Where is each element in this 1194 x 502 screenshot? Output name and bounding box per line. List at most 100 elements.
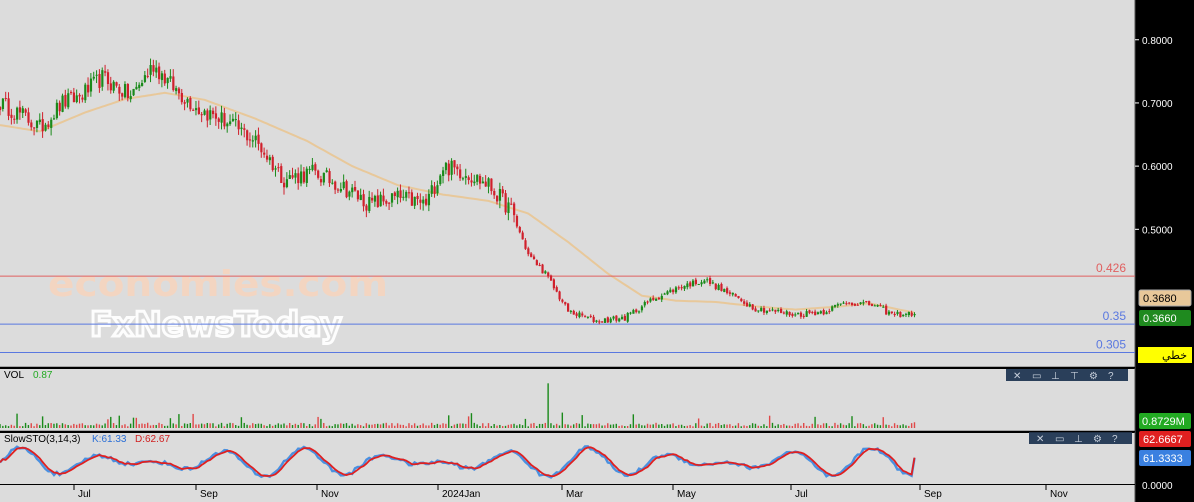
volume-bar (604, 425, 606, 428)
candle-body (214, 113, 218, 119)
volume-bar (107, 419, 109, 428)
volume-bar (127, 426, 129, 428)
volume-bar (311, 426, 314, 428)
candle-body (288, 175, 291, 179)
volume-bar (661, 424, 663, 428)
volume-bar (706, 423, 708, 428)
candle-body (484, 181, 487, 187)
vol-label: VOL (4, 370, 24, 381)
candle-body (260, 143, 263, 153)
down-arrow-icon[interactable]: ⊤ (1070, 371, 1079, 382)
candle-body (442, 170, 445, 176)
settings-icon[interactable]: ⚙ (1089, 371, 1098, 382)
volume-bar (575, 423, 578, 428)
candle-body (623, 315, 626, 321)
candle-body (78, 94, 81, 97)
candle-body (780, 308, 783, 313)
volume-bar (652, 424, 654, 428)
restore-icon[interactable]: ▭ (1032, 371, 1041, 382)
candle-body (35, 120, 39, 128)
volume-bar (149, 425, 152, 428)
volume-bar (2, 425, 4, 428)
candle-body (155, 67, 158, 73)
time-label: Sep (200, 489, 218, 500)
volume-bar (385, 422, 387, 428)
volume-bar (320, 418, 322, 428)
candle-body (149, 64, 152, 75)
volume-bar (433, 425, 436, 428)
volume-bar (905, 425, 907, 428)
volume-bar (183, 423, 186, 428)
volume-bar (155, 425, 157, 428)
volume-bar (686, 425, 688, 428)
volume-bar (638, 423, 640, 428)
volume-bar (303, 423, 305, 428)
candle-body (30, 122, 33, 128)
up-arrow-icon[interactable]: ⊥ (1051, 371, 1060, 382)
volume-bar (882, 417, 884, 428)
candle-body (791, 313, 794, 316)
candle-body (399, 190, 402, 198)
candle-body (317, 170, 320, 178)
candle-body (853, 303, 857, 306)
volume-bar (445, 423, 447, 428)
up-arrow-icon[interactable]: ⊥ (1074, 434, 1083, 445)
volume-bar (67, 425, 69, 428)
candle-body (595, 320, 598, 322)
volume-bar (47, 423, 49, 428)
candle-body (223, 113, 226, 127)
candle-body (413, 196, 416, 206)
volume-bar (473, 422, 475, 428)
volume-bar (712, 426, 714, 428)
candle-body (476, 174, 479, 182)
volume-bar (513, 423, 515, 428)
volume-bar (195, 424, 197, 428)
candle-body (646, 301, 649, 303)
candle-body (75, 95, 78, 103)
candle-body (13, 118, 16, 120)
candle-body (615, 315, 618, 321)
settings-icon[interactable]: ⚙ (1093, 434, 1102, 445)
volume-bar (465, 423, 467, 428)
candle-body (558, 291, 561, 300)
candle-body (254, 135, 257, 141)
restore-icon[interactable]: ▭ (1055, 434, 1064, 445)
volume-bar (58, 425, 61, 428)
volume-bar (737, 423, 740, 428)
sto-panel-bg (0, 433, 1135, 484)
candle-body (788, 311, 791, 316)
candle-body (163, 73, 166, 84)
volume-bar (672, 423, 674, 428)
volume-bar (36, 423, 38, 428)
candle-body (805, 311, 808, 317)
candle-body (683, 285, 686, 289)
volume-bar (595, 424, 598, 428)
chart-canvas[interactable]: economies.com FxNewsToday 0.426 0.35 0.305… (0, 0, 1194, 502)
candle-body (21, 108, 24, 113)
volume-bar (33, 426, 35, 428)
svg-text:61.3333: 61.3333 (1143, 453, 1183, 465)
volume-bar (490, 426, 493, 428)
volume-bar (893, 423, 896, 428)
candle-body (669, 289, 672, 293)
candle-body (334, 181, 337, 190)
candle-body (436, 185, 439, 194)
help-icon[interactable]: ? (1112, 434, 1118, 445)
candle-body (507, 202, 510, 214)
help-icon[interactable]: ? (1108, 371, 1114, 382)
price-tick-label: 0.5000 (1142, 225, 1173, 236)
volume-bar (635, 424, 637, 428)
volume-bar (359, 425, 362, 428)
volume-bar (161, 424, 163, 428)
volume-bar (913, 422, 916, 428)
volume-bar (206, 422, 209, 428)
volume-bar (413, 423, 416, 428)
close-icon[interactable]: ✕ (1013, 371, 1021, 382)
svg-text:0.3680: 0.3680 (1143, 293, 1177, 305)
candle-body (33, 127, 36, 129)
volume-bar (300, 422, 302, 428)
volume-bar (584, 426, 586, 428)
close-icon[interactable]: ✕ (1036, 434, 1044, 445)
candle-body (461, 178, 465, 180)
volume-bar (283, 423, 285, 428)
